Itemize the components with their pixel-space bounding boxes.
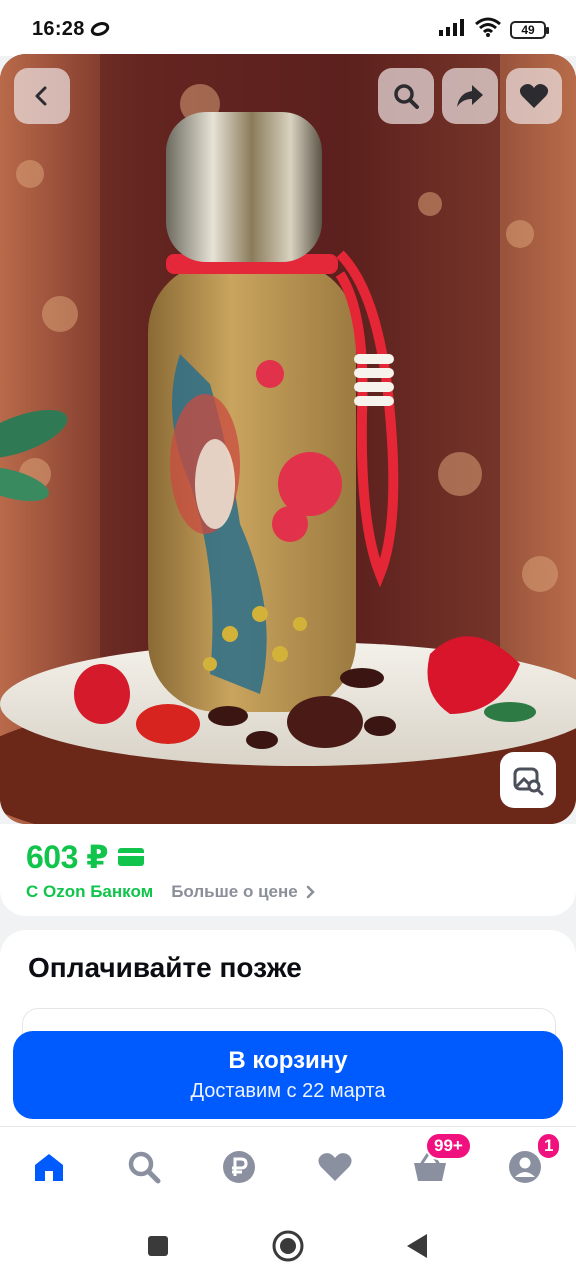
status-icons: 49 (438, 16, 549, 43)
back-button[interactable] (14, 68, 70, 124)
status-bar: 16:28 49 (0, 0, 576, 56)
battery-level: 49 (521, 22, 535, 37)
system-nav-bar (0, 1210, 576, 1280)
delivery-date: Доставим с 22 марта (190, 1080, 386, 1102)
moon-icon (90, 22, 110, 41)
bank-row: С Ozon Банком Больше о цене (26, 882, 316, 902)
back-triangle-icon (407, 1234, 427, 1258)
bottom-nav (0, 1126, 576, 1211)
system-home-button[interactable] (270, 1228, 306, 1264)
add-to-cart-button[interactable]: В корзину Доставим с 22 марта (13, 1031, 563, 1119)
profile-icon (509, 1151, 541, 1183)
price-card: 603 ₽ С Ozon Банком Больше о цене (0, 824, 576, 916)
status-time: 16:28 (32, 18, 85, 40)
product-image[interactable] (0, 54, 576, 824)
chevron-right-icon (306, 885, 315, 899)
favorite-button[interactable] (506, 68, 562, 124)
more-about-price-link[interactable]: Больше о цене (171, 882, 316, 902)
find-similar-button[interactable] (500, 752, 556, 808)
share-icon (457, 85, 483, 107)
more-about-price-label: Больше о цене (171, 882, 298, 901)
bank-card-icon (118, 848, 145, 866)
heart-icon (519, 84, 549, 108)
cart-badge: 99+ (425, 1132, 472, 1160)
nav-search[interactable] (124, 1147, 164, 1187)
back-icon (35, 86, 47, 106)
share-button[interactable] (442, 68, 498, 124)
home-icon (35, 1154, 63, 1181)
battery-icon: 49 (510, 20, 549, 39)
nav-favorites[interactable] (315, 1147, 355, 1187)
ozon-bank-label: С Ozon Банком (26, 882, 154, 901)
price-value: 603 ₽ (26, 839, 109, 875)
nav-finance[interactable] (219, 1147, 259, 1187)
heart-icon (318, 1153, 352, 1181)
add-to-cart-label: В корзину (228, 1047, 348, 1074)
nav-home[interactable] (29, 1147, 69, 1187)
price-row: 603 ₽ (26, 838, 145, 876)
image-search-icon (513, 767, 544, 796)
recents-button[interactable] (140, 1228, 176, 1264)
profile-badge: 1 (536, 1132, 562, 1160)
product-photo (0, 54, 576, 824)
home-circle-icon (272, 1230, 304, 1262)
system-back-button[interactable] (400, 1228, 436, 1264)
search-icon (128, 1151, 161, 1184)
search-button[interactable] (378, 68, 434, 124)
wifi-icon (474, 16, 502, 43)
search-icon (394, 84, 419, 109)
pay-later-title: Оплачивайте позже (28, 952, 302, 983)
ruble-icon (223, 1151, 255, 1183)
recents-icon (148, 1236, 168, 1256)
signal-icon (438, 17, 466, 42)
